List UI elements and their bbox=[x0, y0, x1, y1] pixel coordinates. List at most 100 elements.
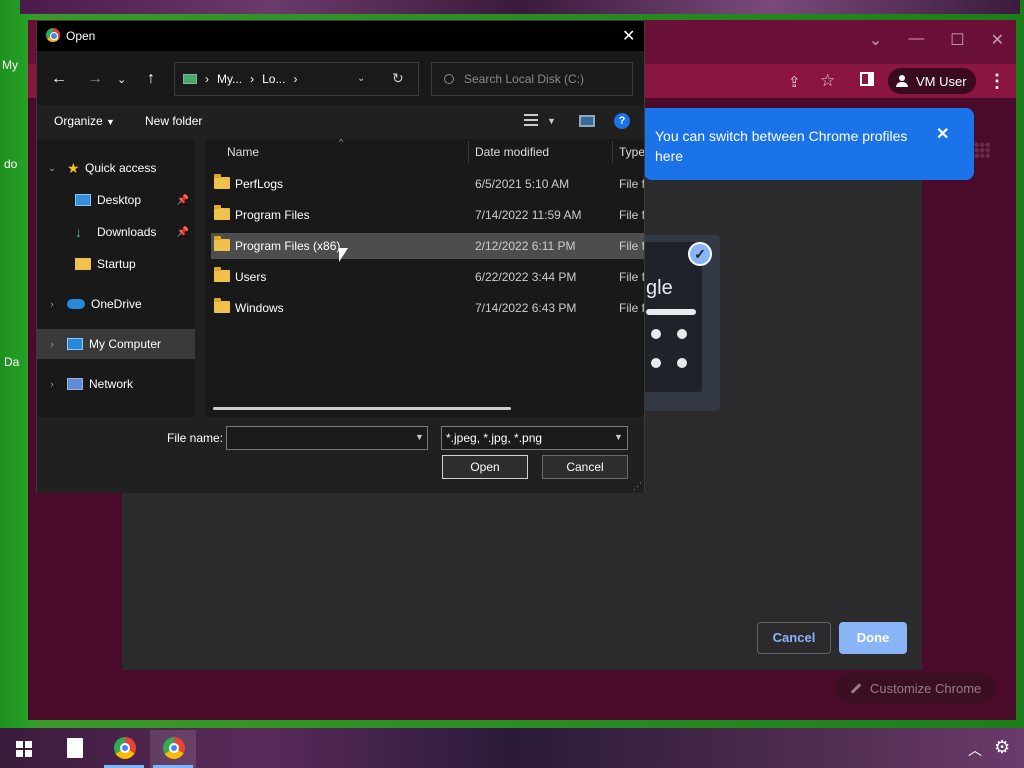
address-dropdown-icon[interactable]: ⌄ bbox=[357, 73, 365, 84]
resize-grip-icon[interactable]: ⋰ bbox=[633, 481, 642, 492]
nav-item-label: Quick access bbox=[85, 161, 157, 175]
dialog-close-icon[interactable]: ✕ bbox=[622, 26, 635, 46]
file-name-label: File name: bbox=[167, 431, 224, 445]
bubble-close-icon[interactable]: ✕ bbox=[936, 124, 949, 144]
file-row[interactable]: Windows 7/14/2022 6:43 PM File fo bbox=[211, 295, 644, 321]
view-options-icon[interactable] bbox=[524, 114, 538, 126]
bookmark-star-icon[interactable]: ☆ bbox=[820, 71, 835, 91]
folder-icon bbox=[214, 205, 230, 220]
view-dropdown-icon[interactable]: ▼ bbox=[547, 116, 556, 126]
side-panel-icon[interactable] bbox=[860, 72, 874, 86]
tab-search-icon[interactable]: ⌄ bbox=[869, 30, 882, 50]
file-explorer-icon[interactable] bbox=[67, 738, 83, 758]
forward-arrow-icon[interactable]: → bbox=[87, 70, 103, 88]
file-type-chevron-icon[interactable]: ▼ bbox=[614, 432, 623, 442]
theme-card-text: gle bbox=[646, 277, 673, 299]
nav-item-downloads[interactable]: ↓ Downloads 📌 bbox=[37, 217, 195, 247]
refresh-icon[interactable]: ↻ bbox=[392, 70, 404, 87]
column-header-type[interactable]: Type bbox=[619, 145, 644, 159]
column-header-date[interactable]: Date modified bbox=[475, 145, 549, 159]
file-type: File fo bbox=[619, 270, 644, 284]
file-row[interactable]: PerfLogs 6/5/2021 5:10 AM File fo bbox=[211, 171, 644, 197]
chrome-menu-icon[interactable]: ⋮ bbox=[988, 71, 1006, 92]
nav-item-startup[interactable]: Startup bbox=[37, 249, 195, 279]
chevron-expanded-icon[interactable]: ⌄ bbox=[45, 163, 59, 174]
folder-icon bbox=[75, 258, 91, 270]
file-name: Windows bbox=[235, 301, 284, 315]
column-header-name[interactable]: Name bbox=[227, 145, 259, 159]
pin-icon[interactable]: 📌 bbox=[177, 227, 189, 238]
chrome-cancel-button[interactable]: Cancel bbox=[757, 622, 831, 654]
close-icon[interactable]: ✕ bbox=[991, 30, 1004, 50]
file-name-history-chevron-icon[interactable]: ▼ bbox=[415, 432, 424, 442]
theme-card-bar bbox=[646, 309, 696, 315]
chevron-right-icon[interactable]: › bbox=[45, 379, 59, 389]
nav-item-quick-access[interactable]: ⌄ ★ Quick access bbox=[37, 153, 195, 183]
search-icon bbox=[444, 74, 454, 84]
chevron-right-icon[interactable]: › bbox=[45, 339, 59, 349]
customize-chrome-button[interactable]: Customize Chrome bbox=[836, 673, 996, 703]
nav-item-label: OneDrive bbox=[91, 297, 142, 311]
nav-item-network[interactable]: › Network bbox=[37, 369, 195, 399]
nav-item-desktop[interactable]: Desktop 📌 bbox=[37, 185, 195, 215]
up-arrow-icon[interactable]: ↑ bbox=[147, 70, 155, 88]
file-name: Users bbox=[235, 270, 267, 284]
help-icon[interactable]: ? bbox=[614, 113, 630, 129]
chevron-right-icon[interactable]: › bbox=[45, 299, 59, 309]
horizontal-scrollbar[interactable] bbox=[213, 407, 511, 410]
breadcrumb-segment[interactable]: My... bbox=[217, 72, 242, 86]
nav-item-label: Startup bbox=[97, 257, 136, 271]
file-row-hovered[interactable]: Program Files (x86) 2/12/2022 6:11 PM Fi… bbox=[211, 233, 644, 259]
file-date: 2/12/2022 6:11 PM bbox=[475, 239, 576, 253]
pin-icon[interactable]: 📌 bbox=[177, 195, 189, 206]
mouse-cursor-icon bbox=[339, 248, 348, 262]
network-icon bbox=[67, 378, 83, 390]
dialog-title: Open bbox=[66, 29, 96, 43]
column-headers: ^ Name Date modified Type bbox=[205, 139, 644, 165]
apps-grid-icon[interactable] bbox=[974, 142, 990, 158]
selected-check-icon: ✓ bbox=[688, 242, 712, 266]
folder-icon bbox=[214, 267, 230, 282]
breadcrumb-segment[interactable]: Lo... bbox=[262, 72, 285, 86]
back-arrow-icon[interactable]: ← bbox=[51, 70, 67, 88]
bubble-text: You can switch between Chrome profiles h… bbox=[655, 128, 908, 164]
file-name-input[interactable] bbox=[226, 426, 428, 450]
folder-icon bbox=[214, 298, 230, 313]
folder-icon bbox=[214, 174, 230, 189]
cloud-icon bbox=[67, 299, 85, 309]
minimize-icon[interactable]: — bbox=[908, 30, 924, 50]
file-date: 7/14/2022 6:43 PM bbox=[475, 301, 577, 315]
profile-button[interactable]: VM User bbox=[888, 68, 976, 94]
show-hidden-icons-chevron-icon[interactable]: ︿ bbox=[968, 740, 982, 760]
profile-switch-bubble: You can switch between Chrome profiles h… bbox=[644, 108, 974, 180]
settings-gear-icon[interactable]: ⚙ bbox=[994, 737, 1010, 758]
share-icon[interactable]: ⇪ bbox=[788, 73, 801, 91]
preview-pane-icon[interactable] bbox=[579, 115, 595, 127]
nav-item-onedrive[interactable]: › OneDrive bbox=[37, 289, 195, 319]
customize-chrome-label: Customize Chrome bbox=[870, 680, 982, 696]
chrome-done-button[interactable]: Done bbox=[839, 622, 907, 654]
file-row[interactable]: Users 6/22/2022 3:44 PM File fo bbox=[211, 264, 644, 290]
nav-item-my-computer[interactable]: › My Computer bbox=[37, 329, 195, 359]
nav-item-label: Network bbox=[89, 377, 134, 391]
file-name: Program Files bbox=[235, 208, 310, 222]
window-controls: ⌄ — ☐ ✕ bbox=[869, 30, 1004, 50]
maximize-icon[interactable]: ☐ bbox=[950, 30, 964, 50]
organize-button[interactable]: Organize ▼ bbox=[54, 114, 115, 128]
column-divider[interactable] bbox=[468, 141, 469, 163]
windows-start-icon[interactable] bbox=[16, 741, 32, 757]
file-row[interactable]: Program Files 7/14/2022 11:59 AM File fo bbox=[211, 202, 644, 228]
search-box[interactable]: Search Local Disk (C:) bbox=[431, 62, 633, 96]
new-folder-button[interactable]: New folder bbox=[145, 114, 202, 128]
cancel-button[interactable]: Cancel bbox=[542, 455, 628, 479]
this-pc-icon bbox=[183, 74, 197, 84]
address-bar[interactable]: › My... › Lo... › bbox=[174, 62, 419, 96]
file-type: File fo bbox=[619, 177, 644, 191]
chrome-taskbar-icon[interactable] bbox=[163, 737, 185, 759]
open-button[interactable]: Open bbox=[442, 455, 528, 479]
desktop-artifact-strip bbox=[20, 0, 1020, 14]
file-type-select[interactable]: *.jpeg, *.jpg, *.png bbox=[441, 426, 628, 450]
chrome-taskbar-icon[interactable] bbox=[114, 737, 136, 759]
recent-locations-chevron-icon[interactable]: ⌄ bbox=[117, 73, 126, 86]
column-divider[interactable] bbox=[612, 141, 613, 163]
